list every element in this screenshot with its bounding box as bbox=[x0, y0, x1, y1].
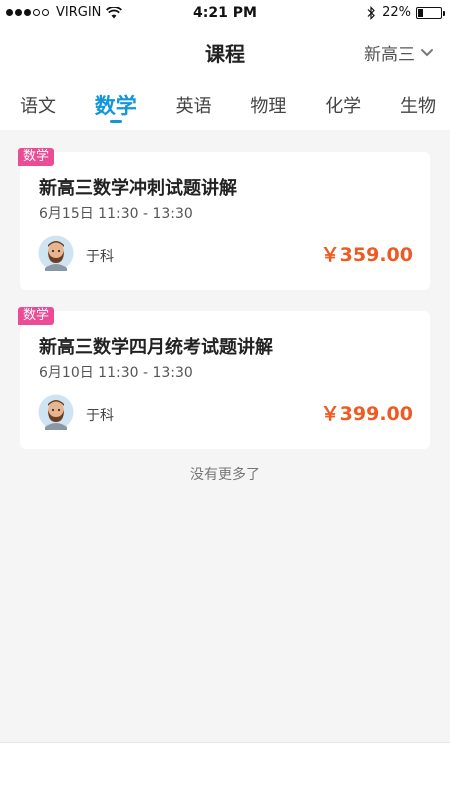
grade-selector[interactable]: 新高三 bbox=[364, 40, 434, 65]
tab-label: 生物 bbox=[399, 96, 436, 117]
bottom-bar bbox=[0, 742, 450, 800]
course-time: 6月15日 11:30 - 13:30 bbox=[39, 206, 193, 222]
course-title: 新高三数学冲刺试题讲解 bbox=[39, 178, 237, 199]
tab-english[interactable]: 英语 bbox=[176, 80, 212, 130]
course-time: 6月10日 11:30 - 13:30 bbox=[39, 365, 193, 381]
list-end-text: 没有更多了 bbox=[190, 467, 260, 483]
tab-math[interactable]: 数学 bbox=[95, 80, 137, 130]
tab-chemistry[interactable]: 化学 bbox=[325, 80, 361, 130]
teacher-name: 于科 bbox=[86, 249, 114, 265]
nav-bar: 课程 新高三 bbox=[0, 26, 450, 76]
status-right: 22% bbox=[366, 5, 445, 20]
course-price: ￥359.00 bbox=[320, 244, 413, 266]
tab-label: 英语 bbox=[175, 96, 212, 117]
course-card[interactable]: 数学 新高三数学四月统考试题讲解 6月10日 11:30 - 13:30 于科 … bbox=[18, 307, 430, 449]
subject-tag: 数学 bbox=[18, 148, 55, 166]
subject-tabs: 语文 数学 英语 物理 化学 生物 bbox=[0, 80, 450, 130]
tab-label: 数学 bbox=[94, 94, 137, 118]
battery-percent: 22% bbox=[382, 5, 411, 20]
battery-fill bbox=[418, 8, 423, 17]
tab-biology[interactable]: 生物 bbox=[400, 80, 436, 130]
teacher-name: 于科 bbox=[86, 408, 114, 424]
teacher-avatar bbox=[38, 235, 74, 271]
course-title: 新高三数学四月统考试题讲解 bbox=[39, 337, 273, 358]
course-price: ￥399.00 bbox=[320, 403, 413, 425]
tab-label: 化学 bbox=[325, 96, 362, 117]
bluetooth-icon bbox=[367, 5, 375, 20]
tab-physics[interactable]: 物理 bbox=[250, 80, 286, 130]
course-list: 数学 新高三数学冲刺试题讲解 6月15日 11:30 - 13:30 于科 ￥3… bbox=[0, 130, 450, 742]
active-tab-indicator bbox=[109, 120, 122, 123]
tab-label: 物理 bbox=[250, 96, 287, 117]
course-card[interactable]: 数学 新高三数学冲刺试题讲解 6月15日 11:30 - 13:30 于科 ￥3… bbox=[18, 148, 430, 290]
tab-label: 语文 bbox=[20, 96, 56, 117]
tab-chinese[interactable]: 语文 bbox=[20, 80, 56, 130]
subject-tag: 数学 bbox=[18, 307, 55, 325]
teacher-avatar bbox=[38, 394, 74, 430]
status-bar: VIRGIN 4:21 PM 22% bbox=[0, 0, 450, 26]
chevron-down-icon bbox=[421, 48, 433, 56]
grade-label: 新高三 bbox=[364, 45, 415, 65]
battery-icon bbox=[416, 6, 445, 19]
